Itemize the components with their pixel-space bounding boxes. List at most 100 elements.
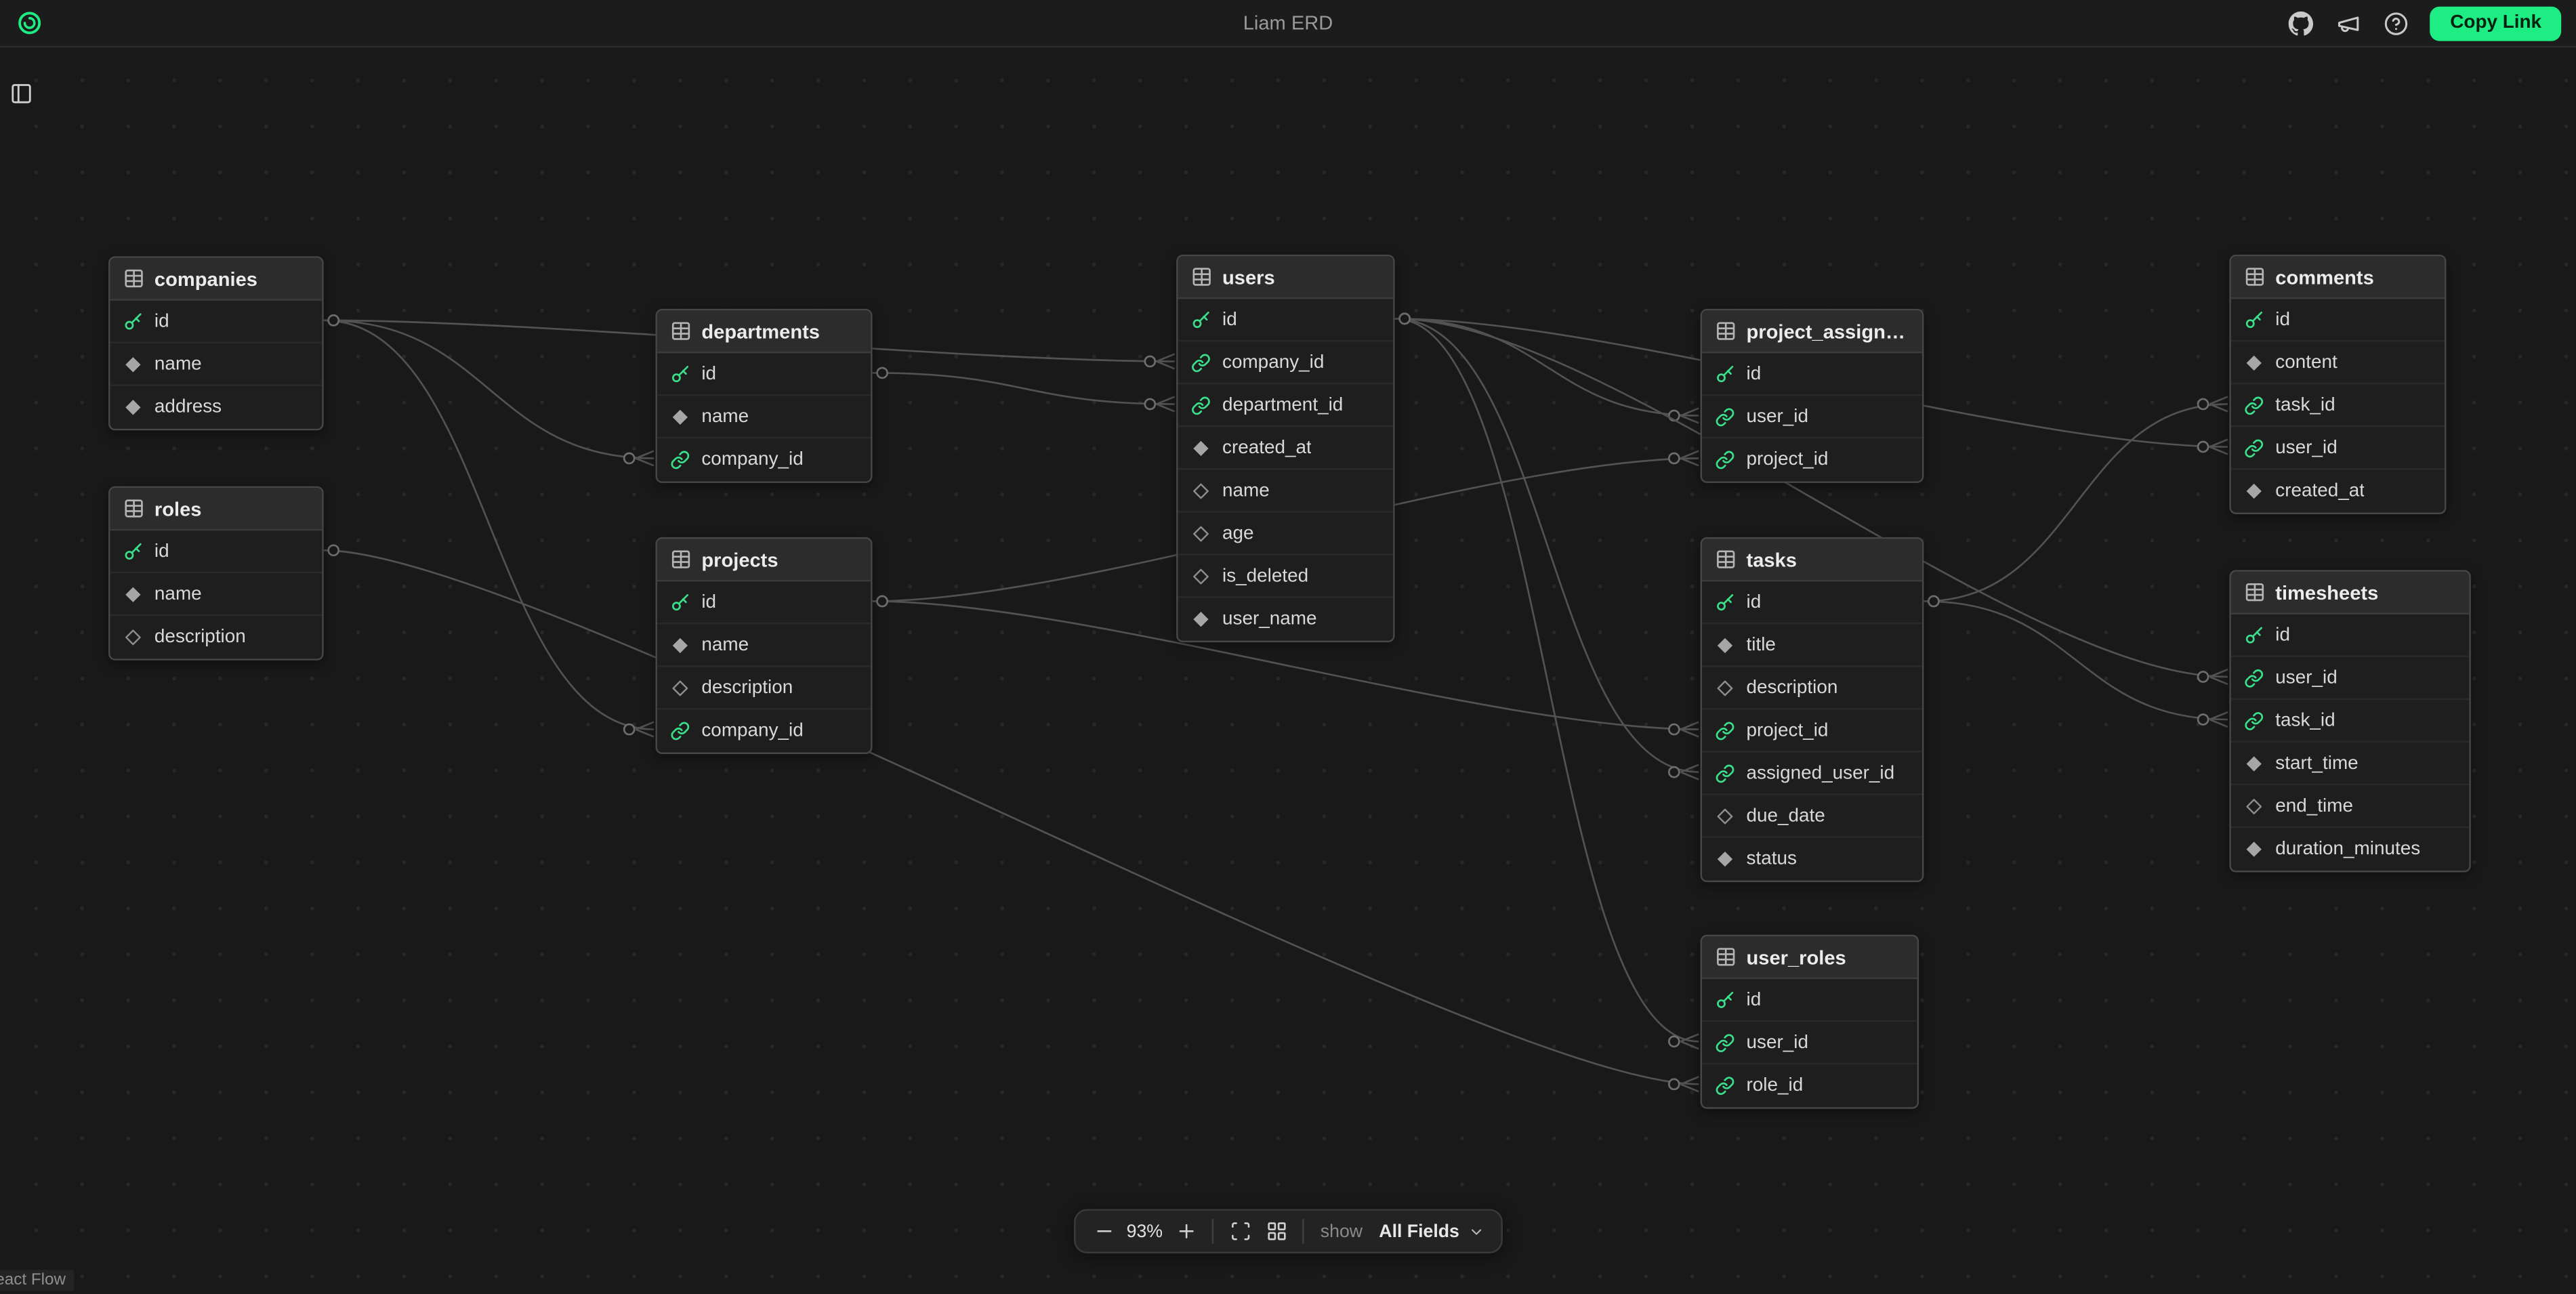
column-row-name[interactable]: name: [657, 624, 871, 667]
column-name: start_time: [2275, 753, 2358, 773]
foreign-key-icon: [2244, 668, 2264, 688]
erd-table-comments[interactable]: commentsidcontenttask_iduser_idcreated_a…: [2229, 255, 2446, 514]
column-row-project_id[interactable]: project_id: [1702, 438, 1922, 481]
column-row-id[interactable]: id: [2231, 614, 2470, 657]
table-name: tasks: [1746, 548, 1796, 571]
table-header[interactable]: users: [1178, 256, 1394, 299]
erd-table-user_roles[interactable]: user_rolesid user_idrole_id: [1701, 935, 1919, 1109]
not-null-diamond-icon: [123, 584, 143, 604]
table-header[interactable]: roles: [110, 488, 322, 530]
megaphone-icon[interactable]: [2335, 10, 2362, 37]
column-row-age[interactable]: age: [1178, 513, 1394, 556]
column-row-due_date[interactable]: due_date: [1702, 795, 1922, 838]
column-name: id: [1746, 990, 1761, 1009]
column-row-start_time[interactable]: start_time: [2231, 743, 2470, 785]
column-row-department_id[interactable]: department_id: [1178, 384, 1394, 427]
table-header[interactable]: user_roles: [1702, 936, 1917, 979]
erd-table-roles[interactable]: rolesidnamedescription: [108, 486, 324, 661]
column-row-role_id[interactable]: role_id: [1702, 1064, 1917, 1107]
column-row-name[interactable]: name: [1178, 469, 1394, 512]
erd-table-projects[interactable]: projectsidnamedescription company_id: [655, 537, 872, 754]
column-row-id[interactable]: id: [1702, 979, 1917, 1022]
column-row-id[interactable]: id: [657, 353, 871, 396]
column-row-name[interactable]: name: [110, 573, 322, 616]
primary-key-icon: [1715, 364, 1734, 383]
table-header[interactable]: companies: [110, 258, 322, 301]
column-row-name[interactable]: name: [110, 343, 322, 386]
table-header[interactable]: tasks: [1702, 539, 1922, 581]
table-header[interactable]: departments: [657, 310, 871, 353]
github-icon[interactable]: [2287, 10, 2314, 37]
liam-logo[interactable]: [15, 9, 43, 37]
column-row-user_id[interactable]: user_id: [2231, 657, 2470, 700]
primary-key-icon: [123, 311, 143, 331]
column-name: user_id: [2275, 668, 2337, 688]
sidebar-toggle-button[interactable]: [10, 82, 37, 108]
table-header[interactable]: timesheets: [2231, 572, 2470, 614]
column-row-description[interactable]: description: [1702, 667, 1922, 709]
column-row-name[interactable]: name: [657, 396, 871, 438]
column-name: id: [1746, 364, 1761, 383]
fit-view-button[interactable]: [1222, 1213, 1258, 1249]
tidy-up-button[interactable]: [1258, 1213, 1294, 1249]
table-icon: [670, 320, 692, 342]
column-row-end_time[interactable]: end_time: [2231, 785, 2470, 828]
column-row-task_id[interactable]: task_id: [2231, 384, 2445, 427]
column-row-user_id[interactable]: user_id: [2231, 427, 2445, 469]
table-header[interactable]: project_assignments: [1702, 310, 1922, 353]
column-row-assigned_user_id[interactable]: assigned_user_id: [1702, 753, 1922, 795]
foreign-key-icon: [1191, 352, 1211, 372]
column-row-created_at[interactable]: created_at: [2231, 469, 2445, 512]
show-fields-select[interactable]: All Fields: [1373, 1222, 1491, 1241]
column-row-id[interactable]: id: [110, 301, 322, 343]
column-name: company_id: [701, 721, 803, 740]
column-row-id[interactable]: id: [657, 581, 871, 624]
table-header[interactable]: projects: [657, 539, 871, 581]
not-null-diamond-icon: [2244, 352, 2264, 372]
column-name: task_id: [2275, 711, 2335, 730]
erd-table-tasks[interactable]: tasks idtitledescriptionproject_idassigne…: [1701, 537, 1924, 882]
erd-table-users[interactable]: usersidcompany_iddepartment_idcreated_at…: [1176, 255, 1394, 642]
column-row-company_id[interactable]: company_id: [657, 709, 871, 752]
help-circle-icon[interactable]: [2383, 10, 2409, 37]
zoom-out-button[interactable]: [1085, 1213, 1121, 1249]
table-icon: [1715, 320, 1737, 342]
column-row-duration_minutes[interactable]: duration_minutes: [2231, 828, 2470, 871]
column-row-status[interactable]: status: [1702, 838, 1922, 881]
toolbar-divider: [1302, 1219, 1304, 1243]
column-row-user_id[interactable]: user_id: [1702, 396, 1922, 438]
column-row-description[interactable]: description: [657, 667, 871, 709]
table-header[interactable]: comments: [2231, 256, 2445, 299]
erd-table-timesheets[interactable]: timesheetsid user_id task_id start_time end_…: [2229, 570, 2470, 872]
column-row-user_name[interactable]: user_name: [1178, 598, 1394, 641]
canvas-toolbar: 93% show All Fields: [1074, 1209, 1502, 1253]
column-row-id[interactable]: id: [1702, 353, 1922, 396]
column-row-description[interactable]: description: [110, 616, 322, 659]
column-row-id[interactable]: id: [1178, 299, 1394, 341]
column-row-company_id[interactable]: company_id: [657, 438, 871, 481]
react-flow-attribution[interactable]: React Flow: [0, 1270, 74, 1291]
column-row-id[interactable]: id: [1702, 581, 1922, 624]
column-row-created_at[interactable]: created_at: [1178, 427, 1394, 469]
app-header: Liam ERD Copy Link: [0, 0, 2576, 47]
column-row-is_deleted[interactable]: is_deleted: [1178, 556, 1394, 598]
primary-key-icon: [670, 364, 690, 383]
column-row-id[interactable]: id: [110, 530, 322, 573]
zoom-in-button[interactable]: [1167, 1213, 1203, 1249]
column-row-task_id[interactable]: task_id: [2231, 700, 2470, 743]
column-row-id[interactable]: id: [2231, 299, 2445, 341]
column-row-project_id[interactable]: project_id: [1702, 709, 1922, 752]
column-row-address[interactable]: address: [110, 386, 322, 429]
column-row-company_id[interactable]: company_id: [1178, 341, 1394, 384]
foreign-key-icon: [1715, 450, 1734, 469]
nullable-diamond-icon: [1191, 523, 1211, 543]
table-icon: [123, 498, 145, 520]
column-row-user_id[interactable]: user_id: [1702, 1022, 1917, 1064]
erd-table-companies[interactable]: companiesidnameaddress: [108, 256, 324, 430]
column-row-content[interactable]: content: [2231, 341, 2445, 384]
copy-link-button[interactable]: Copy Link: [2430, 5, 2561, 40]
column-row-title[interactable]: title: [1702, 624, 1922, 667]
erd-table-departments[interactable]: departmentsidnamecompany_id: [655, 309, 872, 483]
nullable-diamond-icon: [1715, 806, 1734, 825]
erd-table-project_assignments[interactable]: project_assignmentsid user_idproject_id: [1701, 309, 1924, 483]
